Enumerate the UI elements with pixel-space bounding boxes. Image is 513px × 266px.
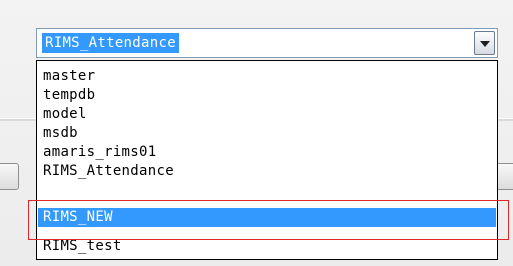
database-dropdown-list[interactable]: master tempdb model msdb amaris_rims01 R… [36,60,498,260]
list-item-rims-test[interactable]: RIMS_test [38,237,496,256]
list-item-tempdb[interactable]: tempdb [38,86,496,105]
list-item-rims-new[interactable]: RIMS_NEW [38,208,496,227]
chevron-down-icon[interactable] [474,31,495,55]
combobox-selected-value: RIMS_Attendance [42,33,179,53]
database-combobox[interactable]: RIMS_Attendance [36,28,498,58]
list-item-rims-attendance[interactable]: RIMS_Attendance [38,162,496,181]
list-item-amaris-rims01[interactable]: amaris_rims01 [38,143,496,162]
list-item-master[interactable]: master [38,67,496,86]
partial-button-left[interactable] [0,163,19,190]
list-item-model[interactable]: model [38,105,496,124]
list-item-msdb[interactable]: msdb [38,124,496,143]
